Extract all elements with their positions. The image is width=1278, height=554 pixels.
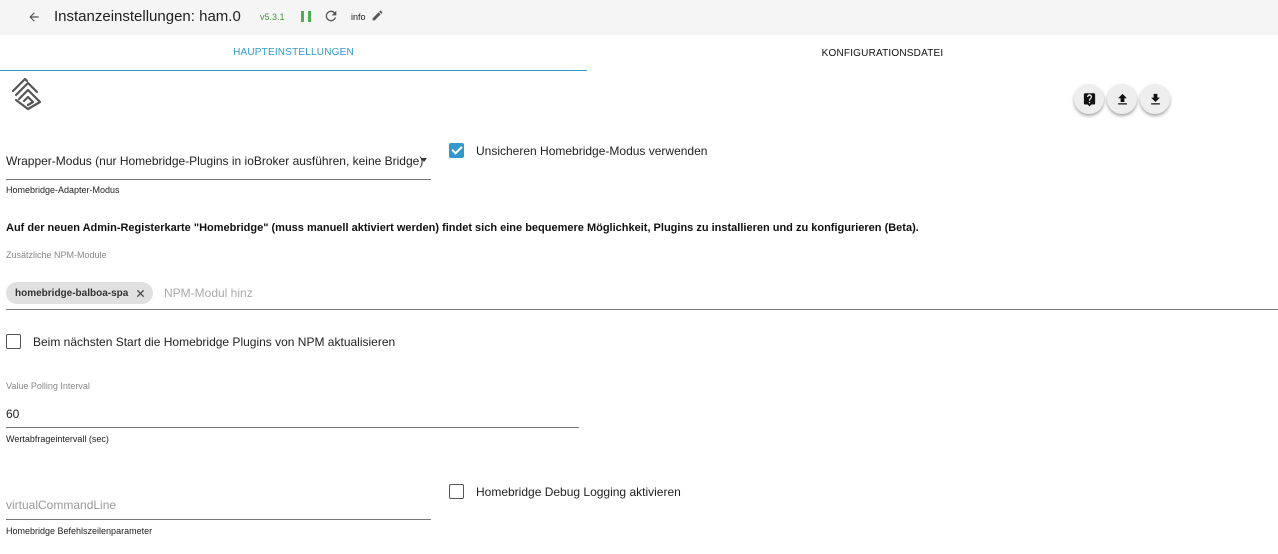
polling-interval-input[interactable] xyxy=(6,400,579,428)
download-button[interactable] xyxy=(1140,84,1170,114)
adapter-mode-select[interactable]: Wrapper-Modus (nur Homebridge-Plugins in… xyxy=(6,150,431,180)
npm-module-chip-label: homebridge-balboa-spa xyxy=(15,287,129,299)
npm-modules-label: Zusätzliche NPM-Module xyxy=(6,250,107,260)
debug-logging-checkbox[interactable] xyxy=(449,484,464,499)
insecure-mode-checkbox[interactable] xyxy=(449,143,464,158)
npm-module-chip: homebridge-balboa-spa xyxy=(6,282,154,304)
adapter-mode-value: Wrapper-Modus (nur Homebridge-Plugins in… xyxy=(6,154,424,168)
close-icon[interactable] xyxy=(135,288,145,298)
back-arrow-icon[interactable] xyxy=(24,7,44,27)
npm-module-input[interactable] xyxy=(164,285,364,301)
command-line-input[interactable] xyxy=(6,490,431,520)
debug-logging-label: Homebridge Debug Logging aktivieren xyxy=(476,485,681,499)
homebridge-logo-icon xyxy=(10,76,46,112)
version-badge: v5.3.1 xyxy=(260,12,285,22)
command-line-helper: Homebridge Befehlszeilenparameter xyxy=(6,526,153,536)
upload-button[interactable] xyxy=(1107,84,1137,114)
restart-icon[interactable] xyxy=(323,8,341,26)
upload-icon xyxy=(1117,93,1127,104)
tab-config-file[interactable]: KONFIGURATIONSDATEI xyxy=(587,35,1178,71)
npm-modules-field: homebridge-balboa-spa xyxy=(6,280,1278,310)
info-text: Auf der neuen Admin-Registerkarte "Homeb… xyxy=(6,222,919,234)
pencil-icon[interactable] xyxy=(371,9,385,23)
update-plugins-checkbox[interactable] xyxy=(6,334,21,349)
log-level-label: info xyxy=(351,12,366,22)
chevron-down-icon xyxy=(421,158,427,162)
help-icon xyxy=(1083,92,1095,106)
tab-bar: HAUPTEINSTELLUNGEN KONFIGURATIONSDATEI xyxy=(0,35,1278,71)
page-title: Instanzeinstellungen: ham.0 xyxy=(54,8,241,25)
top-bar: Instanzeinstellungen: ham.0 v5.3.1 info xyxy=(0,0,1278,35)
polling-interval-helper: Wertabfrageintervall (sec) xyxy=(6,434,109,444)
download-icon xyxy=(1150,93,1160,104)
insecure-mode-label: Unsicheren Homebridge-Modus verwenden xyxy=(476,144,708,158)
adapter-mode-helper: Homebridge-Adapter-Modus xyxy=(6,185,120,195)
polling-interval-label: Value Polling Interval xyxy=(6,381,90,391)
tab-main-settings[interactable]: HAUPTEINSTELLUNGEN xyxy=(0,35,587,71)
pause-icon[interactable] xyxy=(300,10,312,24)
update-plugins-label: Beim nächsten Start die Homebridge Plugi… xyxy=(33,335,396,349)
help-button[interactable] xyxy=(1074,84,1104,114)
